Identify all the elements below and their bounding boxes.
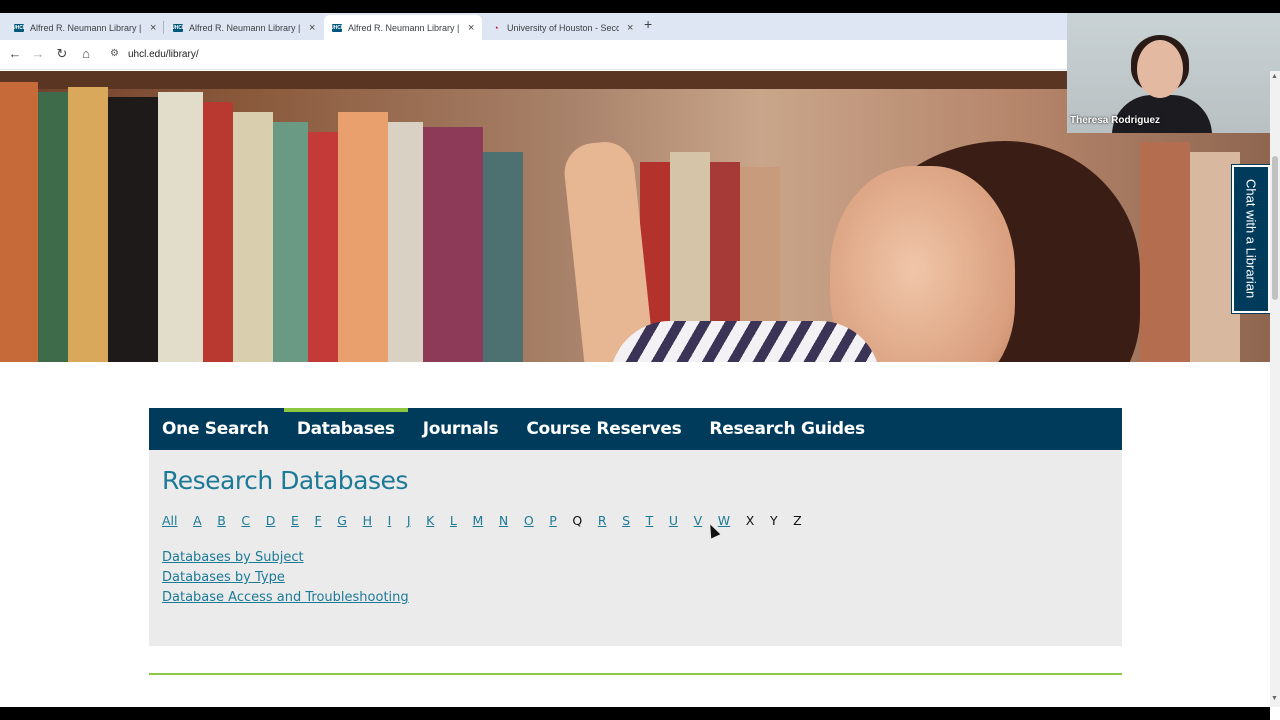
browser-tab[interactable]: ◔ University of Houston - Second × bbox=[483, 15, 641, 40]
close-tab-icon[interactable]: × bbox=[468, 22, 474, 34]
close-tab-icon[interactable]: × bbox=[627, 22, 633, 34]
uhcl-favicon-icon: UHCL bbox=[330, 23, 344, 32]
scroll-thumb[interactable] bbox=[1272, 156, 1278, 300]
alphabet-letter-c[interactable]: C bbox=[241, 513, 250, 528]
alphabet-letter-r[interactable]: R bbox=[598, 513, 607, 528]
uh-favicon-icon: ◔ bbox=[493, 22, 499, 33]
alphabet-letter-g[interactable]: G bbox=[337, 513, 347, 528]
research-databases-panel: Research Databases All A B C D E F G H I J K L M N O P Q R… bbox=[149, 450, 1122, 646]
alphabet-letter-t[interactable]: T bbox=[646, 513, 654, 528]
browser-tab-active[interactable]: UHCL Alfred R. Neumann Library | Uni × bbox=[324, 15, 483, 40]
alphabet-letter-x: X bbox=[745, 513, 755, 528]
tab-title: University of Houston - Second bbox=[507, 22, 619, 33]
library-search-nav: One Search Databases Journals Course Res… bbox=[149, 408, 1122, 450]
home-icon[interactable]: ⌂ bbox=[77, 46, 95, 61]
alphabet-letter-y: Y bbox=[769, 513, 778, 528]
alphabet-letter-a[interactable]: A bbox=[193, 513, 202, 528]
alphabet-letter-u[interactable]: U bbox=[669, 513, 678, 528]
tab-title: Alfred R. Neumann Library | Uni bbox=[348, 22, 460, 33]
tab-title: Alfred R. Neumann Library | Uni bbox=[30, 22, 142, 33]
browser-tab[interactable]: UHCL Alfred R. Neumann Library | Uni × bbox=[165, 15, 323, 40]
alphabet-letter-b[interactable]: B bbox=[217, 513, 226, 528]
tab-one-search[interactable]: One Search bbox=[162, 408, 269, 450]
close-tab-icon[interactable]: × bbox=[150, 22, 156, 34]
alphabet-letter-o[interactable]: O bbox=[524, 513, 534, 528]
site-info-icon[interactable]: ⚙ bbox=[110, 48, 119, 59]
chat-with-librarian-button[interactable]: Chat with a Librarian bbox=[1231, 164, 1271, 314]
databases-by-type-link[interactable]: Databases by Type bbox=[162, 568, 409, 588]
database-access-troubleshooting-link[interactable]: Database Access and Troubleshooting bbox=[162, 588, 409, 608]
alphabet-letter-n[interactable]: N bbox=[499, 513, 508, 528]
browser-tab[interactable]: UHCL Alfred R. Neumann Library | Uni × bbox=[6, 15, 164, 40]
forward-arrow-icon[interactable]: → bbox=[29, 46, 47, 61]
alphabet-letter-q: Q bbox=[572, 513, 583, 528]
close-tab-icon[interactable]: × bbox=[309, 22, 315, 34]
panel-title: Research Databases bbox=[162, 466, 408, 495]
webcam-overlay: Theresa Rodriguez bbox=[1067, 13, 1280, 133]
tab-research-guides[interactable]: Research Guides bbox=[709, 408, 865, 450]
databases-by-subject-link[interactable]: Databases by Subject bbox=[162, 548, 409, 568]
chat-label: Chat with a Librarian bbox=[1243, 179, 1259, 299]
scroll-up-icon[interactable]: ▲ bbox=[1271, 73, 1278, 80]
alphabet-letter-all[interactable]: All bbox=[162, 513, 178, 528]
uhcl-favicon-icon: UHCL bbox=[171, 23, 185, 32]
scroll-down-icon[interactable]: ▼ bbox=[1271, 695, 1278, 702]
alphabet-letter-v[interactable]: V bbox=[694, 513, 703, 528]
alphabet-letter-s[interactable]: S bbox=[622, 513, 630, 528]
alphabet-letter-m[interactable]: M bbox=[472, 513, 483, 528]
presenter-name: Theresa Rodriguez bbox=[1070, 115, 1161, 126]
reload-icon[interactable]: ↻ bbox=[53, 46, 71, 62]
new-tab-icon[interactable]: + bbox=[644, 16, 652, 32]
screen-bottom-bar bbox=[0, 707, 1270, 720]
tab-journals[interactable]: Journals bbox=[423, 408, 499, 450]
address-bar[interactable]: uhcl.edu/library/ bbox=[128, 49, 199, 60]
page-scrollbar[interactable]: ▲ ▼ bbox=[1270, 71, 1280, 707]
alphabet-letter-l[interactable]: L bbox=[450, 513, 457, 528]
alphabet-letter-z: Z bbox=[793, 513, 802, 528]
alphabet-letter-j[interactable]: J bbox=[407, 513, 411, 528]
alphabet-letter-w[interactable]: W bbox=[718, 513, 730, 528]
alphabet-letter-h[interactable]: H bbox=[363, 513, 372, 528]
section-divider bbox=[149, 673, 1122, 675]
screen-top-bar bbox=[0, 0, 1280, 13]
alphabet-letter-e[interactable]: E bbox=[291, 513, 299, 528]
alphabet-letter-p[interactable]: P bbox=[549, 513, 557, 528]
tab-title: Alfred R. Neumann Library | Uni bbox=[189, 22, 301, 33]
alphabet-letter-d[interactable]: D bbox=[266, 513, 276, 528]
database-links: Databases by Subject Databases by Type D… bbox=[162, 548, 409, 608]
back-arrow-icon[interactable]: ← bbox=[6, 46, 24, 61]
alphabet-letter-k[interactable]: K bbox=[426, 513, 434, 528]
uhcl-favicon-icon: UHCL bbox=[12, 23, 26, 32]
tab-databases[interactable]: Databases bbox=[283, 408, 408, 450]
alphabet-index: All A B C D E F G H I J K L M N O P Q R S T U V W X Y Z bbox=[162, 513, 817, 528]
alphabet-letter-f[interactable]: F bbox=[314, 513, 321, 528]
tab-course-reserves[interactable]: Course Reserves bbox=[526, 408, 681, 450]
alphabet-letter-i[interactable]: I bbox=[388, 513, 392, 528]
